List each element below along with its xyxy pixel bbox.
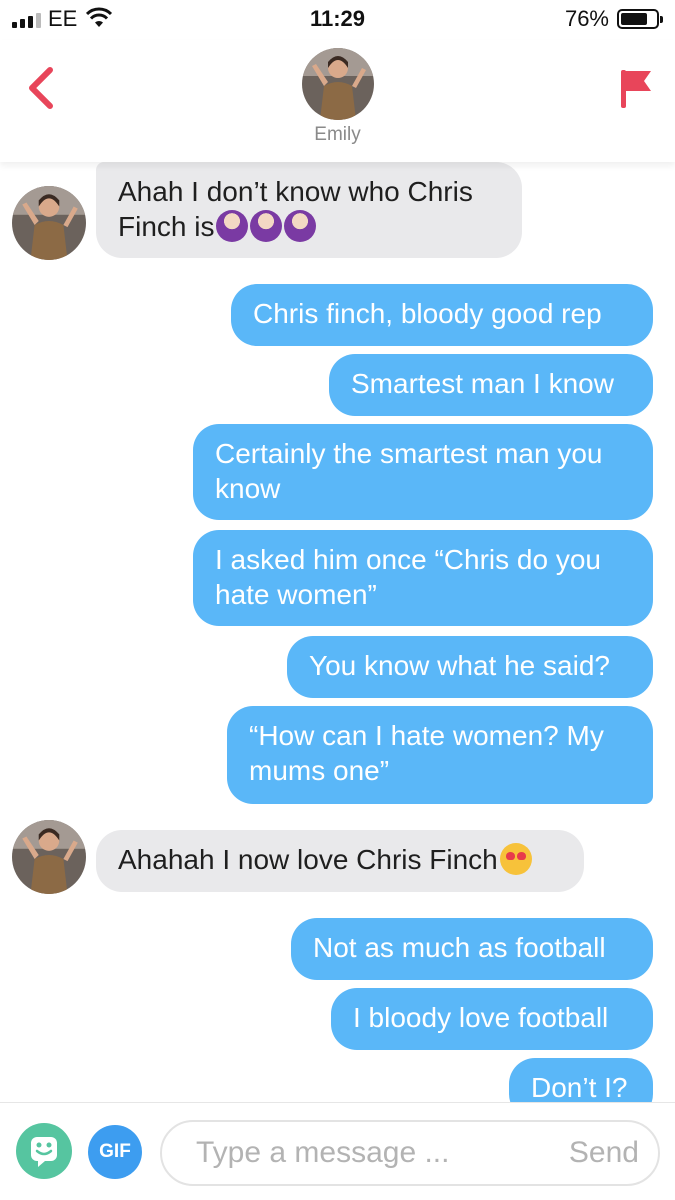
contact-avatar[interactable] bbox=[302, 48, 374, 120]
sender-avatar[interactable] bbox=[12, 820, 86, 894]
outgoing-message[interactable]: Certainly the smartest man you know bbox=[193, 424, 653, 520]
outgoing-message[interactable]: Chris finch, bloody good rep bbox=[231, 284, 653, 346]
outgoing-message[interactable]: Smartest man I know bbox=[329, 354, 653, 416]
profile-photo bbox=[12, 186, 86, 260]
message-text: You know what he said? bbox=[309, 650, 610, 681]
message-text: Smartest man I know bbox=[351, 368, 614, 399]
flag-icon bbox=[621, 70, 651, 108]
incoming-message[interactable]: Ahahah I now love Chris Finch bbox=[96, 830, 584, 892]
profile-photo bbox=[302, 48, 374, 120]
outgoing-message[interactable]: I bloody love football bbox=[331, 988, 653, 1050]
chat-header: Emily bbox=[0, 40, 675, 162]
battery-percentage: 76% bbox=[564, 6, 609, 31]
woman-shrugging-emoji bbox=[216, 210, 249, 242]
message-text: Chris finch, bloody good rep bbox=[253, 298, 602, 329]
message-list[interactable]: Ahah I don’t know who Chris Finch is Chr… bbox=[0, 162, 675, 1102]
message-text: I bloody love football bbox=[353, 1002, 609, 1033]
outgoing-message[interactable]: You know what he said? bbox=[287, 636, 653, 698]
back-button[interactable] bbox=[22, 66, 62, 110]
message-text: “How can I hate women? My mums one” bbox=[249, 720, 604, 786]
woman-shrugging-emoji bbox=[284, 210, 317, 242]
message-text: Not as much as football bbox=[313, 932, 606, 963]
send-button[interactable]: Send bbox=[569, 1136, 639, 1170]
gif-button[interactable]: GIF bbox=[88, 1125, 142, 1179]
heart-eyes-emoji bbox=[499, 843, 532, 875]
chevron-left-icon bbox=[29, 67, 53, 109]
woman-shrugging-emoji bbox=[250, 210, 283, 242]
sender-avatar[interactable] bbox=[12, 186, 86, 260]
battery-icon bbox=[617, 9, 663, 29]
profile-photo bbox=[12, 820, 86, 894]
contact-name[interactable]: Emily bbox=[0, 124, 675, 146]
status-bar: EE 11:29 76% bbox=[0, 0, 675, 40]
message-text: Don’t I? bbox=[531, 1072, 628, 1102]
report-button[interactable] bbox=[619, 68, 653, 110]
sticker-icon bbox=[31, 1137, 57, 1167]
message-composer: GIF Send bbox=[0, 1102, 675, 1200]
outgoing-message[interactable]: “How can I hate women? My mums one” bbox=[227, 706, 653, 804]
message-text: Certainly the smartest man you know bbox=[215, 438, 603, 504]
outgoing-message[interactable]: I asked him once “Chris do you hate wome… bbox=[193, 530, 653, 626]
message-text: Ahahah I now love Chris Finch bbox=[118, 844, 498, 875]
outgoing-message[interactable]: Don’t I? bbox=[509, 1058, 653, 1102]
message-text: I asked him once “Chris do you hate wome… bbox=[215, 544, 601, 610]
outgoing-message[interactable]: Not as much as football bbox=[291, 918, 653, 980]
sticker-button[interactable] bbox=[16, 1123, 72, 1179]
incoming-message[interactable]: Ahah I don’t know who Chris Finch is bbox=[96, 162, 522, 258]
